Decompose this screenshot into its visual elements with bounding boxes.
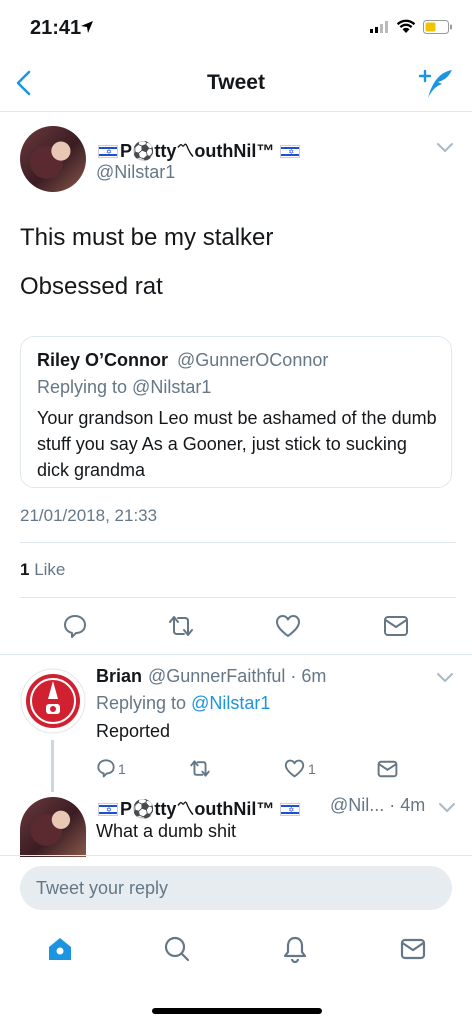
reply-author-name[interactable]: ✡ P⚽tty〽outhNil™ ✡	[96, 795, 302, 821]
reply-author-name[interactable]: Brian	[96, 666, 142, 687]
search-icon[interactable]	[163, 935, 191, 963]
reply-replying-to: Replying to @Nilstar1	[96, 693, 271, 713]
israel-flag-icon: ✡	[98, 803, 118, 816]
home-indicator	[152, 1008, 322, 1014]
like-icon[interactable]	[284, 759, 305, 778]
reply-time: · 4m	[389, 795, 426, 815]
reply-icon[interactable]	[96, 758, 116, 778]
thread-line	[51, 740, 54, 792]
like-icon[interactable]	[275, 614, 301, 638]
status-bar: 21:41	[0, 0, 472, 54]
reply-text: Reported	[96, 721, 171, 741]
reply-author-handle[interactable]: @GunnerFaithful · 6m	[148, 666, 326, 687]
messages-icon[interactable]	[399, 935, 427, 963]
author-avatar[interactable]	[20, 126, 86, 192]
replying-to-link[interactable]: @Nilstar1	[191, 693, 270, 713]
retweet-icon[interactable]	[188, 759, 212, 778]
battery-icon	[423, 20, 452, 34]
chevron-down-icon[interactable]	[436, 672, 454, 684]
status-time: 21:41	[30, 17, 82, 39]
notifications-icon[interactable]	[281, 935, 309, 963]
tweet-text-line-2: Obsessed rat	[20, 273, 163, 300]
quoted-tweet-text: Your grandson Leo must be ashamed of the…	[37, 408, 437, 480]
reply-count: 1	[118, 761, 126, 777]
israel-flag-icon: ✡	[280, 803, 301, 816]
retweet-icon[interactable]	[166, 614, 196, 638]
arsenal-crest-avatar[interactable]	[20, 668, 86, 734]
author-display-name[interactable]: ✡ P⚽tty〽outhNil™ ✡	[96, 137, 302, 163]
page-title: Tweet	[207, 71, 265, 94]
nav-bar: Tweet	[0, 54, 472, 112]
dm-icon[interactable]	[383, 615, 409, 637]
home-icon[interactable]	[46, 935, 74, 963]
compose-icon[interactable]	[418, 68, 454, 100]
dm-icon[interactable]	[377, 760, 398, 778]
quoted-author-handle: @GunnerOConnor	[177, 350, 329, 370]
signal-icon	[370, 21, 388, 33]
reply-placeholder: Tweet your reply	[36, 878, 169, 898]
author-avatar[interactable]	[20, 797, 86, 857]
likes-label: Like	[34, 560, 66, 579]
likes-summary[interactable]: 1 Like	[20, 560, 65, 580]
chevron-down-icon[interactable]	[436, 142, 454, 154]
location-arrow-icon	[81, 21, 93, 33]
tweet-timestamp: 21/01/2018, 21:33	[20, 506, 158, 525]
divider	[0, 855, 472, 856]
reply-text: What a dumb shit	[96, 821, 237, 841]
reply-time: · 6m	[290, 666, 327, 686]
author-handle[interactable]: @Nilstar1	[96, 162, 175, 183]
israel-flag-icon: ✡	[98, 145, 118, 158]
quoted-tweet[interactable]: Riley O’Connor @GunnerOConnor Replying t…	[20, 336, 452, 488]
quoted-author-name: Riley O’Connor	[37, 350, 169, 370]
likes-count: 1	[20, 560, 30, 579]
reply-input[interactable]: Tweet your reply	[20, 866, 452, 910]
tweet-text-line-1: This must be my stalker	[20, 224, 274, 251]
chevron-down-icon[interactable]	[438, 802, 456, 814]
divider	[20, 597, 456, 598]
like-count: 1	[308, 761, 316, 777]
quoted-replying-to: Replying to @Nilstar1	[37, 377, 212, 397]
reply-author-handle[interactable]: @Nil... · 4m	[330, 795, 425, 816]
wifi-icon	[396, 19, 416, 33]
reply-icon[interactable]	[62, 613, 88, 639]
divider	[20, 542, 456, 543]
divider	[0, 654, 472, 655]
israel-flag-icon: ✡	[280, 145, 301, 158]
